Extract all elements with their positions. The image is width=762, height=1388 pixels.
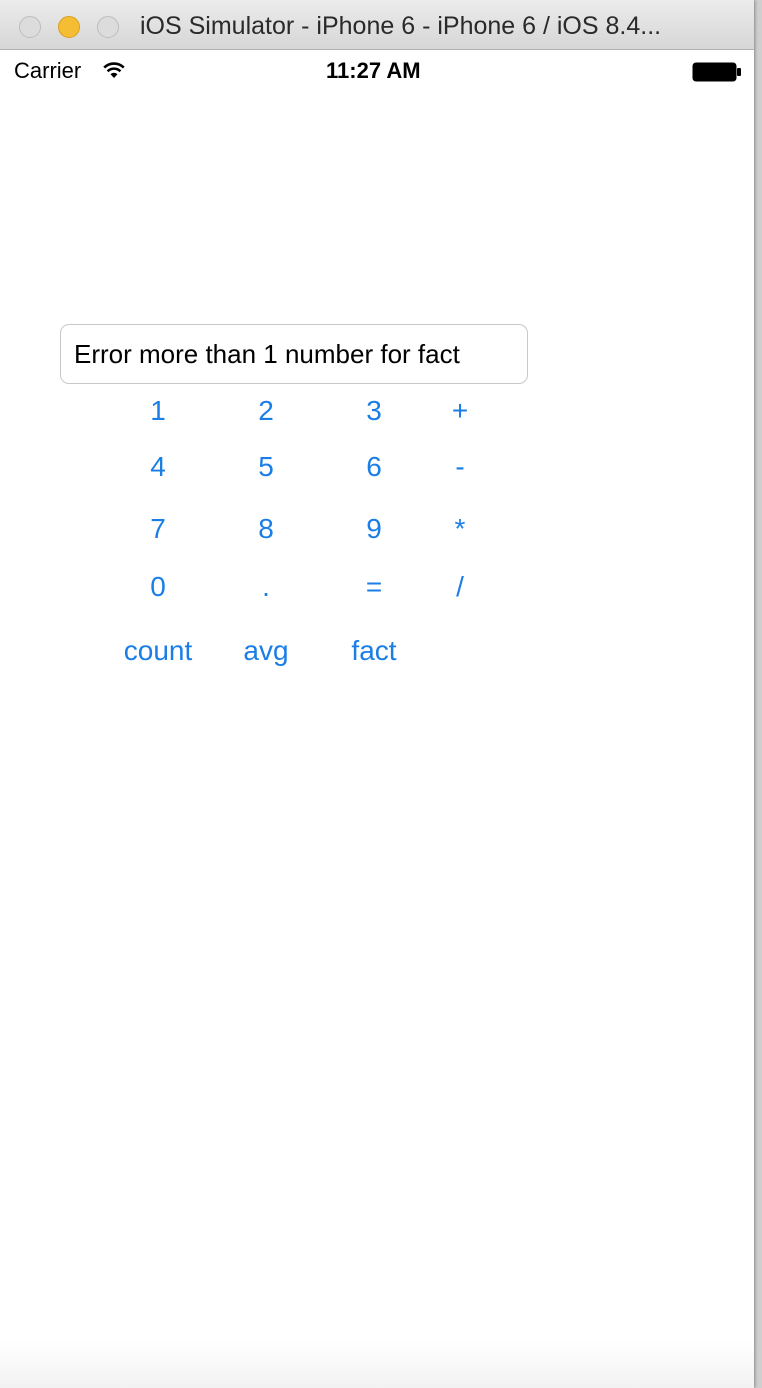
digit-8-button[interactable]: 8: [221, 509, 311, 549]
count-button[interactable]: count: [113, 631, 203, 671]
digit-2-button[interactable]: 2: [221, 391, 311, 431]
digit-3-button[interactable]: 3: [329, 391, 419, 431]
digit-6-button[interactable]: 6: [329, 447, 419, 487]
bottom-edge: [0, 1340, 754, 1388]
digit-4-button[interactable]: 4: [113, 447, 203, 487]
digit-1-button[interactable]: 1: [113, 391, 203, 431]
digit-7-button[interactable]: 7: [113, 509, 203, 549]
digit-5-button[interactable]: 5: [221, 447, 311, 487]
digit-0-button[interactable]: 0: [113, 567, 203, 607]
plus-button[interactable]: +: [415, 391, 505, 431]
wifi-icon: [103, 62, 125, 78]
minimize-window-button[interactable]: [58, 16, 80, 38]
window-titlebar: iOS Simulator - iPhone 6 - iPhone 6 / iO…: [0, 0, 754, 50]
multiply-button[interactable]: *: [415, 509, 505, 549]
decimal-point-button[interactable]: .: [221, 567, 311, 607]
zoom-window-button[interactable]: [97, 16, 119, 38]
window-title: iOS Simulator - iPhone 6 - iPhone 6 / iO…: [140, 12, 662, 40]
close-window-button[interactable]: [19, 16, 41, 38]
carrier-label: Carrier: [14, 58, 82, 83]
ios-status-bar: Carrier 11:27 AM: [0, 51, 754, 91]
factorial-button[interactable]: fact: [329, 631, 419, 671]
minus-button[interactable]: -: [415, 447, 505, 487]
divide-button[interactable]: /: [415, 567, 505, 607]
average-button[interactable]: avg: [221, 631, 311, 671]
calculator-display[interactable]: Error more than 1 number for fact: [60, 324, 528, 384]
status-time: 11:27 AM: [326, 58, 421, 83]
simulator-window: iOS Simulator - iPhone 6 - iPhone 6 / iO…: [0, 0, 754, 1388]
equals-button[interactable]: =: [329, 567, 419, 607]
battery-icon: [692, 62, 741, 82]
digit-9-button[interactable]: 9: [329, 509, 419, 549]
